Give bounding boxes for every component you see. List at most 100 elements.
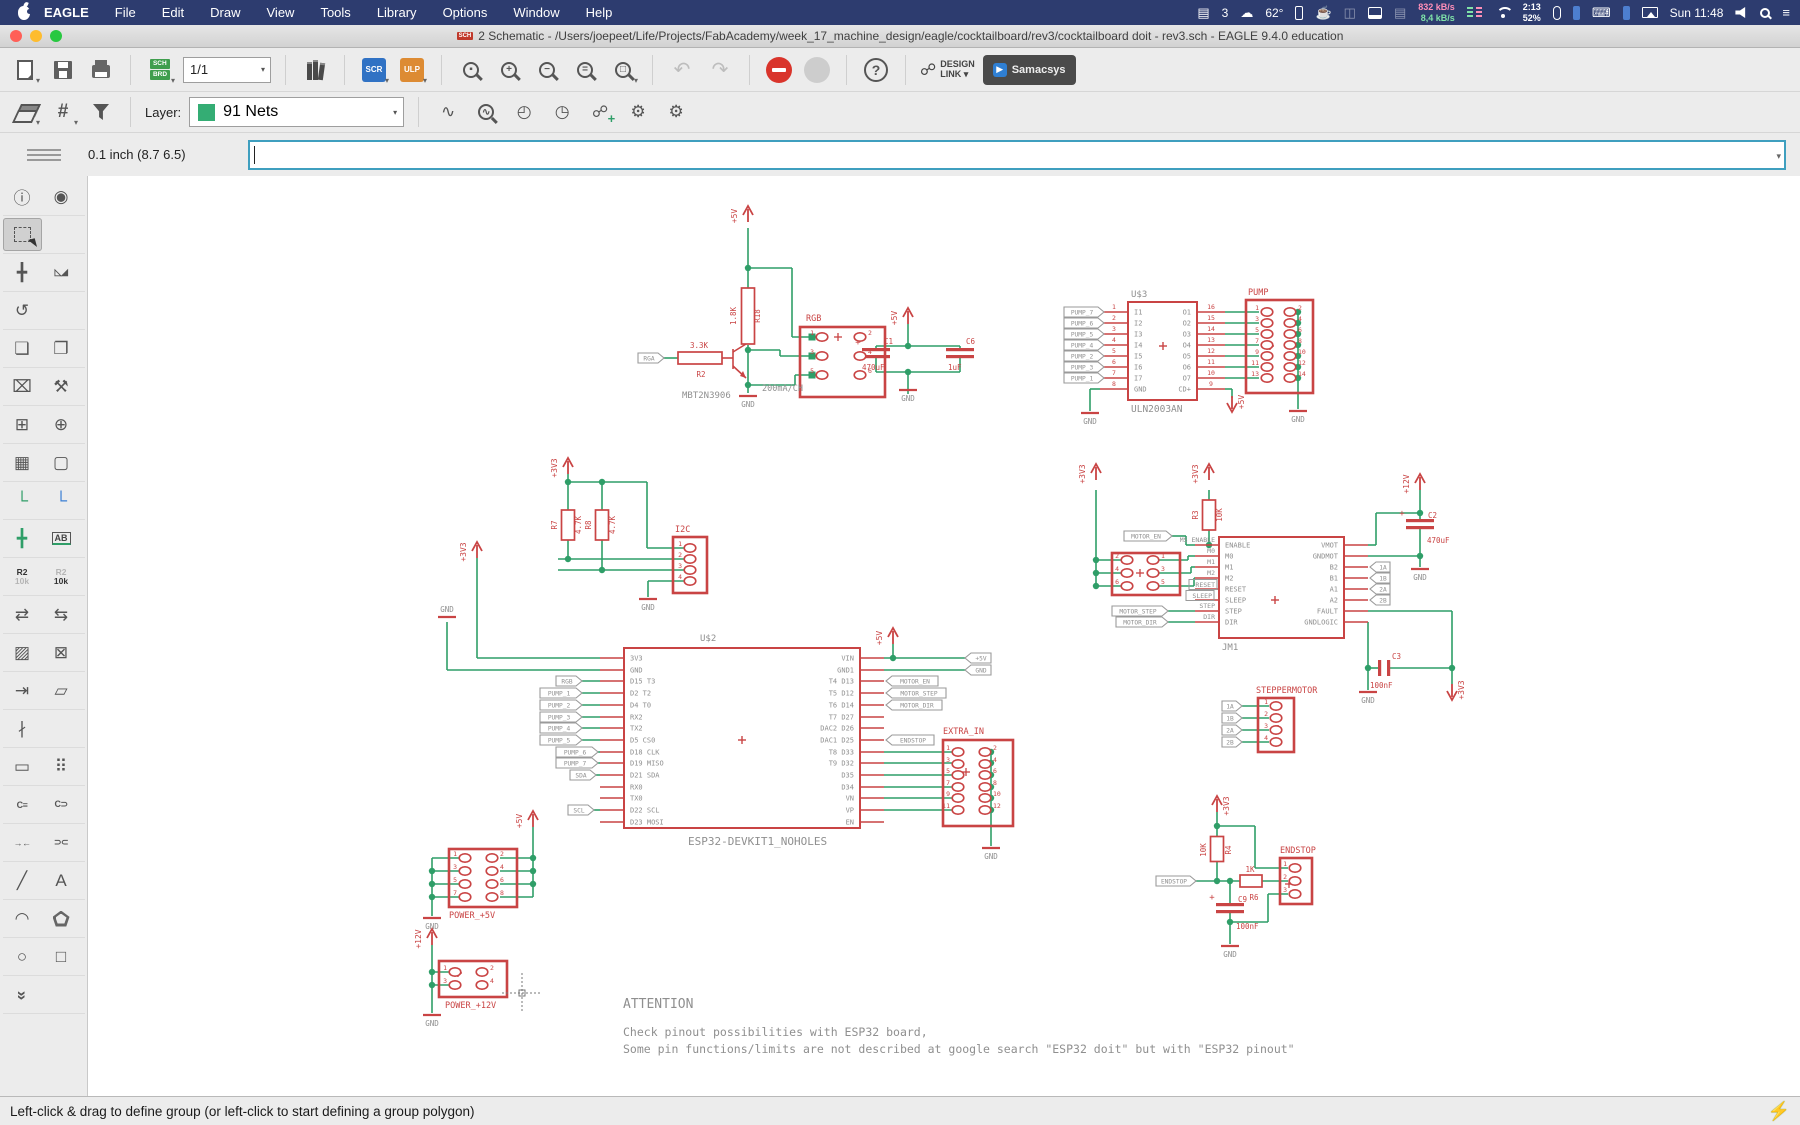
preferences-button[interactable]: ⚙ [661, 95, 691, 129]
network-speed[interactable]: 832 kB/s 8,4 kB/s [1418, 2, 1455, 23]
line-tool[interactable]: ╱ [3, 864, 42, 897]
oscilloscope-button[interactable]: ◷ [547, 95, 577, 129]
net-tool[interactable]: └ [3, 484, 42, 517]
audio-device-icon[interactable]: ◫ [1344, 6, 1356, 19]
menu-item-help[interactable]: Help [586, 5, 613, 20]
zoom-redraw-button[interactable]: = [570, 53, 600, 87]
grid-button[interactable]: #▾ [48, 95, 78, 129]
delete-tool[interactable]: ⌧ [3, 370, 42, 403]
design-link-button[interactable]: ☍ DESIGNLINK ▾ [920, 53, 975, 87]
rect-tool[interactable]: □ [42, 940, 81, 973]
menu-item-edit[interactable]: Edit [162, 5, 184, 20]
add-part-tool[interactable]: ⊞ [3, 408, 42, 441]
text-tool[interactable]: A [42, 864, 81, 897]
zoom-fit-button[interactable]: ▪ [456, 53, 486, 87]
attribute-tag-tool[interactable]: ⊠ [42, 636, 81, 669]
merge-gates-tool[interactable]: ⊃⊂ [42, 826, 81, 859]
polygon-draw-tool[interactable]: ▱ [42, 674, 81, 707]
samacsys-button[interactable]: ▶ Samacsys [983, 55, 1076, 85]
zoom-in-button[interactable]: + [494, 53, 524, 87]
notification-center-icon[interactable]: ≡ [1782, 6, 1790, 19]
eye-tool[interactable]: ◉ [42, 180, 81, 213]
panel-menu-icon[interactable] [0, 149, 88, 161]
zoom-select-button[interactable]: □▾ [608, 53, 638, 87]
menu-item-view[interactable]: View [267, 5, 295, 20]
command-input[interactable] [248, 140, 1786, 170]
undo-button[interactable]: ↶ [667, 53, 697, 87]
circle-tool[interactable]: ○ [3, 940, 42, 973]
settings-button[interactable]: ⚙ [623, 95, 653, 129]
save-button[interactable] [48, 53, 78, 87]
menu-clock[interactable]: Sun 11:48 [1670, 6, 1724, 20]
gateswap-tool[interactable]: ⇆ [42, 598, 81, 631]
printer-icon[interactable]: ▤ [1394, 6, 1406, 19]
bus-tool[interactable]: └ [42, 484, 81, 517]
move-tool[interactable]: ╋ [3, 256, 42, 289]
miter-tool[interactable]: ∤ [3, 712, 42, 745]
junction-tool[interactable]: ╋ [3, 522, 42, 555]
add-device-tool[interactable]: ⊕ [42, 408, 81, 441]
menu-item-library[interactable]: Library [377, 5, 417, 20]
cloud-icon[interactable]: ☁ [1240, 6, 1253, 19]
schematic-canvas[interactable]: GNDGNDGNDGNDGNDGNDGNDGNDGNDGNDGNDGND+5V+… [88, 176, 1800, 1096]
zoom-out-button[interactable]: − [532, 53, 562, 87]
help-button[interactable]: ? [861, 53, 891, 87]
sheet-selector[interactable]: 1/1▾ [183, 57, 271, 83]
join-wires-tool[interactable]: →← [3, 826, 42, 859]
volume-icon[interactable] [1735, 7, 1748, 18]
gate-tool[interactable]: ▢ [42, 446, 81, 479]
redo-button[interactable]: ↷ [705, 53, 735, 87]
polygon-shape-tool[interactable] [42, 902, 81, 935]
smash-tool[interactable]: ▨ [3, 636, 42, 669]
temperature-status[interactable]: 62° [1265, 6, 1283, 20]
go-button[interactable] [802, 53, 832, 87]
battery-icon-2[interactable] [1623, 6, 1630, 20]
device-icon[interactable] [1295, 6, 1303, 20]
filter-button[interactable] [86, 95, 116, 129]
coffee-icon[interactable]: ☕ [1315, 6, 1331, 19]
time-battery-status[interactable]: 2:13 52% [1523, 2, 1541, 23]
copy-tool[interactable]: ❏ [3, 332, 42, 365]
library-button[interactable] [300, 53, 330, 87]
keyboard-icon[interactable]: ⌨ [1592, 6, 1611, 19]
menu-item-window[interactable]: Window [513, 5, 559, 20]
variant-tool[interactable]: C≡ [3, 788, 42, 821]
spotlight-icon[interactable] [1760, 8, 1770, 18]
stop-button[interactable] [764, 53, 794, 87]
label-tool[interactable]: AB [42, 522, 81, 555]
sch-brd-toggle[interactable]: SCHBRD ▾ [145, 53, 175, 87]
menu-item-draw[interactable]: Draw [210, 5, 240, 20]
autorouter-bolt-icon[interactable]: ⚡ [1768, 1101, 1790, 1122]
add-link-button[interactable]: ☍ [585, 95, 615, 129]
apple-menu[interactable] [10, 6, 44, 20]
signal-button[interactable]: ∿ [433, 95, 463, 129]
simulate-button[interactable]: ◴ [509, 95, 539, 129]
battery-icon[interactable] [1573, 6, 1580, 20]
menu-item-options[interactable]: Options [443, 5, 488, 20]
info-tool[interactable]: ⓘ [3, 180, 42, 213]
name-tool[interactable]: R210k [3, 560, 42, 593]
airplay-icon[interactable] [1642, 7, 1658, 18]
scr-button[interactable]: SCR▾ [359, 53, 389, 87]
print-button[interactable] [86, 53, 116, 87]
group-select-tool[interactable] [3, 218, 42, 251]
paint-tool[interactable]: ▭ [3, 750, 42, 783]
menu-item-eagle[interactable]: EAGLE [44, 5, 89, 20]
new-file-button[interactable]: ▾ [10, 53, 40, 87]
value-tool[interactable]: R210k [42, 560, 81, 593]
wifi-icon[interactable] [1495, 7, 1511, 19]
arc-tool[interactable]: ◠ [3, 902, 42, 935]
layer-settings-button[interactable]: ▾ [10, 95, 40, 129]
change-wrench-tool[interactable]: ⚒ [42, 370, 81, 403]
tasks-icon[interactable]: ▤ [1197, 6, 1209, 19]
activity-bars-icon[interactable] [1467, 6, 1483, 20]
menu-item-tools[interactable]: Tools [320, 5, 350, 20]
menu-item-file[interactable]: File [115, 5, 136, 20]
replace-tool[interactable]: ▦ [3, 446, 42, 479]
probe-button[interactable]: ∿ [471, 95, 501, 129]
layer-selector[interactable]: 91 Nets ▾ [189, 97, 404, 127]
ulp-button[interactable]: ULP▾ [397, 53, 427, 87]
mouse-battery-icon[interactable] [1553, 6, 1561, 20]
rotate-tool[interactable]: ↺ [3, 294, 42, 327]
mirror-tool[interactable]: ◺◢ [42, 256, 81, 289]
